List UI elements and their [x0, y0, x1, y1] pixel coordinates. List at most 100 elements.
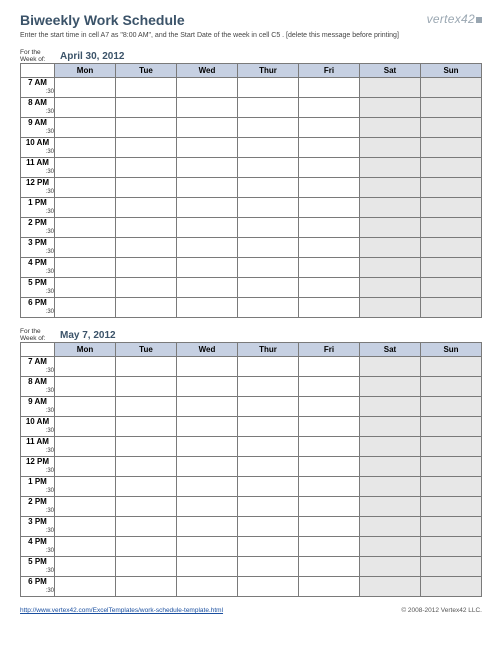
slot-cell — [238, 357, 299, 367]
slot-cell — [299, 228, 360, 238]
slot-cell — [238, 158, 299, 168]
slot-cell — [238, 407, 299, 417]
slot-cell — [238, 258, 299, 268]
slot-cell — [360, 547, 421, 557]
slot-cell — [421, 228, 482, 238]
slot-cell — [177, 587, 238, 597]
day-header: Wed — [177, 343, 238, 357]
slot-cell — [360, 387, 421, 397]
slot-cell — [299, 208, 360, 218]
time-label: 1 PM — [21, 198, 55, 208]
slot-cell — [116, 447, 177, 457]
time-half-label: :30 — [21, 367, 55, 377]
slot-cell — [238, 367, 299, 377]
slot-cell — [177, 188, 238, 198]
slot-cell — [299, 497, 360, 507]
slot-cell — [360, 268, 421, 278]
time-label: 10 AM — [21, 417, 55, 427]
slot-cell — [177, 278, 238, 288]
slot-cell — [55, 188, 116, 198]
slot-cell — [238, 387, 299, 397]
slot-cell — [299, 527, 360, 537]
slot-cell — [177, 228, 238, 238]
slot-cell — [360, 208, 421, 218]
week-date: May 7, 2012 — [60, 330, 116, 342]
slot-cell — [421, 497, 482, 507]
time-half-label: :30 — [21, 108, 55, 118]
slot-cell — [116, 567, 177, 577]
slot-cell — [55, 557, 116, 567]
slot-cell — [299, 467, 360, 477]
time-half-label: :30 — [21, 188, 55, 198]
slot-cell — [177, 118, 238, 128]
time-label: 7 AM — [21, 78, 55, 88]
slot-cell — [177, 537, 238, 547]
slot-cell — [299, 98, 360, 108]
slot-cell — [360, 238, 421, 248]
slot-cell — [116, 387, 177, 397]
slot-cell — [177, 567, 238, 577]
slot-cell — [238, 228, 299, 238]
slot-cell — [421, 467, 482, 477]
slot-cell — [116, 537, 177, 547]
slot-cell — [360, 228, 421, 238]
slot-cell — [360, 308, 421, 318]
slot-cell — [116, 547, 177, 557]
slot-cell — [360, 288, 421, 298]
slot-cell — [238, 537, 299, 547]
time-label: 8 AM — [21, 98, 55, 108]
slot-cell — [177, 78, 238, 88]
slot-cell — [299, 507, 360, 517]
time-half-label: :30 — [21, 268, 55, 278]
slot-cell — [360, 397, 421, 407]
day-header: Fri — [299, 64, 360, 78]
slot-cell — [299, 258, 360, 268]
slot-cell — [116, 377, 177, 387]
slot-cell — [177, 487, 238, 497]
slot-cell — [177, 288, 238, 298]
slot-cell — [55, 248, 116, 258]
slot-cell — [55, 198, 116, 208]
slot-cell — [238, 527, 299, 537]
slot-cell — [421, 477, 482, 487]
slot-cell — [238, 128, 299, 138]
slot-cell — [116, 288, 177, 298]
slot-cell — [238, 507, 299, 517]
footer-link[interactable]: http://www.vertex42.com/ExcelTemplates/w… — [20, 607, 223, 614]
slot-cell — [421, 108, 482, 118]
slot-cell — [116, 108, 177, 118]
slot-cell — [55, 587, 116, 597]
week-block: For the Week of:April 30, 2012MonTueWedT… — [20, 49, 482, 318]
slot-cell — [238, 487, 299, 497]
slot-cell — [177, 178, 238, 188]
slot-cell — [299, 148, 360, 158]
logo: vertex42 — [427, 12, 482, 26]
slot-cell — [238, 308, 299, 318]
slot-cell — [360, 158, 421, 168]
day-header: Tue — [116, 343, 177, 357]
time-half-label: :30 — [21, 507, 55, 517]
slot-cell — [299, 198, 360, 208]
slot-cell — [360, 537, 421, 547]
slot-cell — [360, 298, 421, 308]
slot-cell — [55, 457, 116, 467]
day-header: Fri — [299, 343, 360, 357]
slot-cell — [116, 218, 177, 228]
slot-cell — [299, 387, 360, 397]
corner-cell — [21, 343, 55, 357]
slot-cell — [421, 557, 482, 567]
slot-cell — [177, 168, 238, 178]
slot-cell — [55, 278, 116, 288]
slot-cell — [360, 437, 421, 447]
slot-cell — [299, 218, 360, 228]
slot-cell — [238, 278, 299, 288]
corner-cell — [21, 64, 55, 78]
slot-cell — [360, 527, 421, 537]
slot-cell — [299, 537, 360, 547]
slot-cell — [421, 138, 482, 148]
time-half-label: :30 — [21, 228, 55, 238]
day-header: Sat — [360, 64, 421, 78]
time-label: 6 PM — [21, 298, 55, 308]
slot-cell — [55, 288, 116, 298]
slot-cell — [238, 218, 299, 228]
